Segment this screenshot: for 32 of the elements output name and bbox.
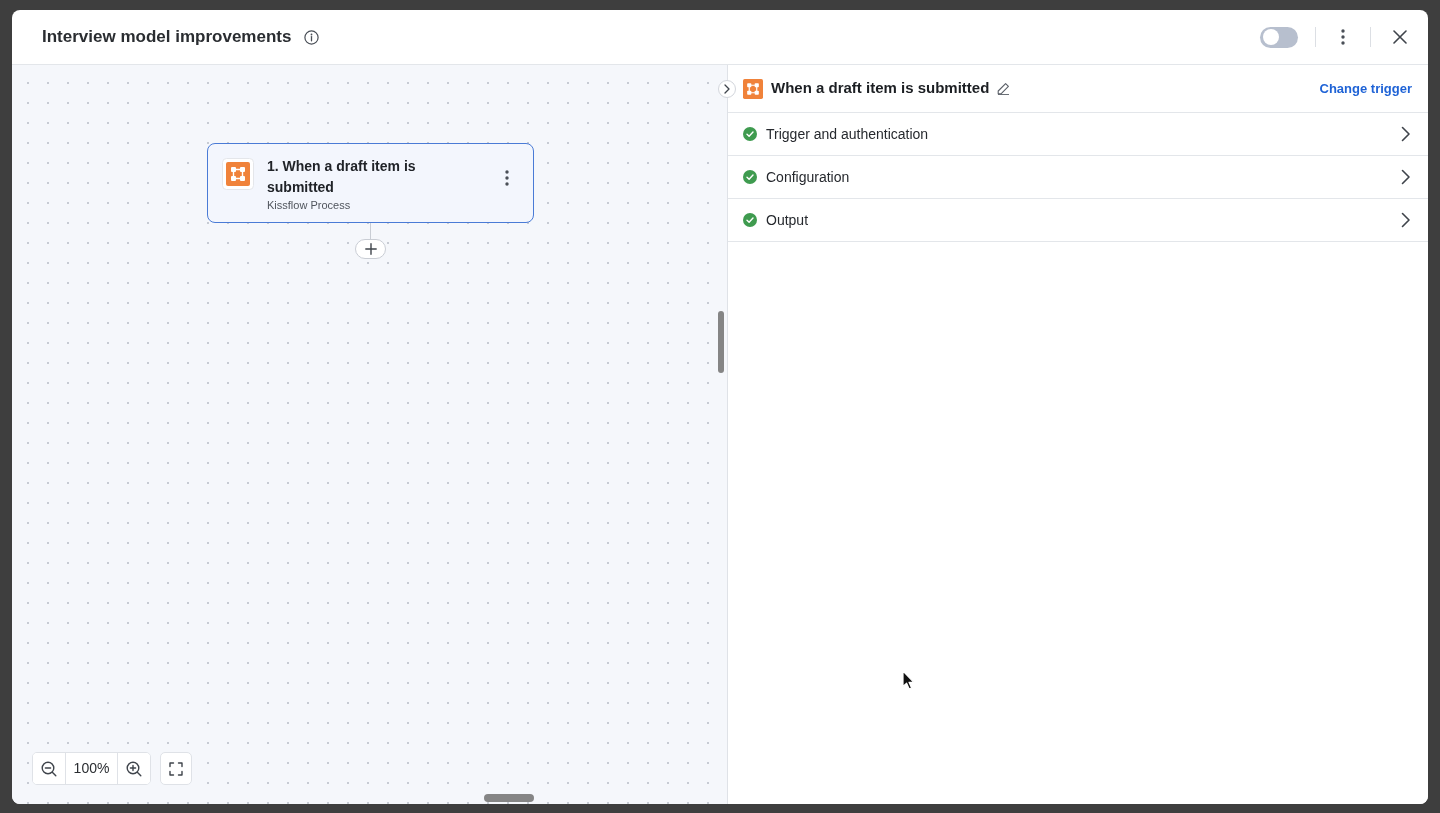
pencil-icon [997,82,1011,95]
more-options-button[interactable] [1340,29,1346,45]
chevron-right-icon [1401,169,1411,185]
panel-title: When a draft item is submitted [771,78,990,99]
connector-line [370,223,371,239]
chevron-right-icon [1401,212,1411,228]
fit-to-screen-button[interactable] [160,752,192,785]
add-step-button[interactable] [355,239,386,259]
close-button[interactable] [1393,30,1407,44]
vertical-scrollbar-thumb[interactable] [718,311,724,373]
edit-title-button[interactable] [997,82,1011,95]
mouse-pointer-icon [902,670,915,690]
zoom-out-icon [41,760,57,777]
close-icon [1393,30,1407,44]
kebab-menu-icon [505,170,509,186]
node-title: 1. When a draft item is submitted [267,157,417,197]
app-logo-icon [743,78,763,99]
dialog-title: Interview model improvements [42,26,292,48]
trigger-node-card[interactable]: 1. When a draft item is submitted Kissflow Process [207,143,534,223]
kebab-menu-icon [1341,29,1345,45]
chevron-right-icon [1401,126,1411,142]
horizontal-scrollbar-thumb[interactable] [484,794,534,802]
fullscreen-icon [169,761,183,776]
change-trigger-link[interactable]: Change trigger [1319,78,1412,99]
app-logo-icon [222,158,254,190]
zoom-in-icon [126,760,142,777]
toggle-switch[interactable] [1260,26,1298,48]
info-icon[interactable] [304,29,320,45]
node-menu-button[interactable] [505,170,509,186]
node-subtitle: Kissflow Process [267,198,352,212]
plus-icon [364,243,377,255]
chevron-right-icon [724,84,730,94]
